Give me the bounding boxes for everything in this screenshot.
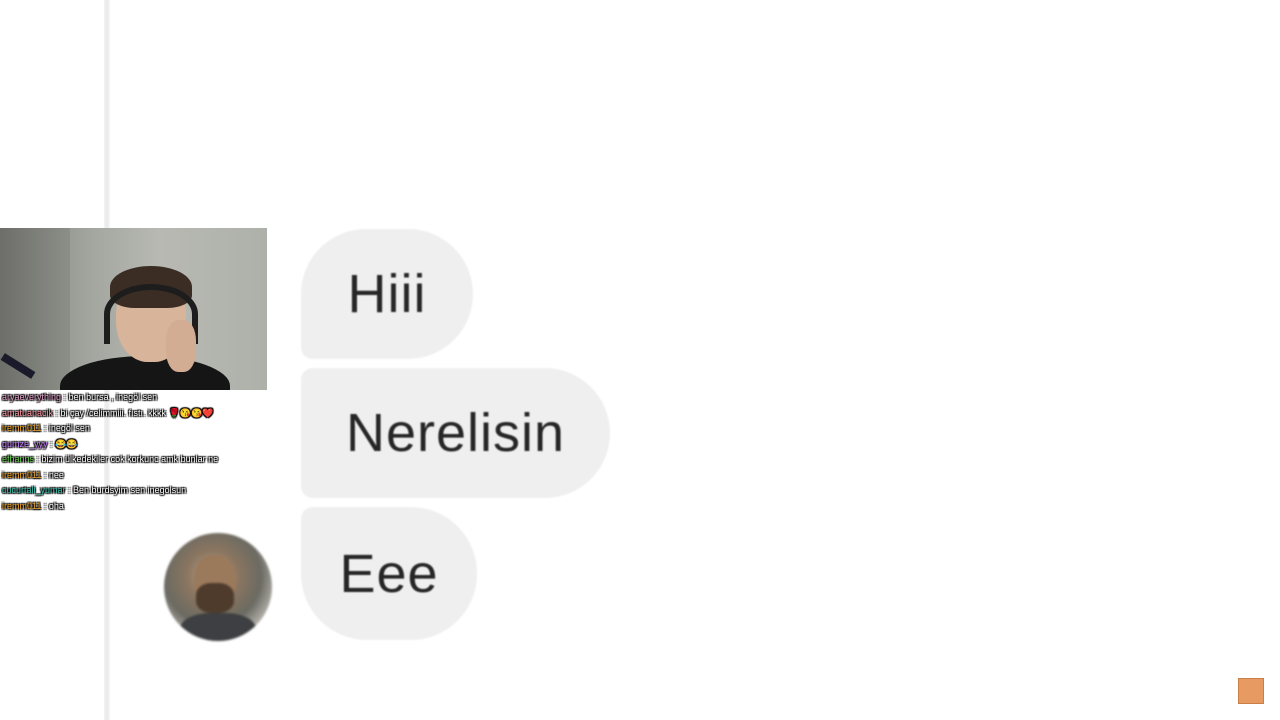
message-bubble-2[interactable]: Nerelisin — [301, 368, 610, 498]
chat-message: ben bursa , inegöl sen — [68, 392, 158, 402]
message-bubble-1[interactable]: Hiii — [301, 229, 473, 359]
message-text: Eee — [339, 543, 439, 604]
chat-line: amatuanacik : bi çay /celimmiii. fıstı. … — [2, 407, 214, 418]
message-text: Nerelisin — [345, 403, 566, 463]
message-bubble-3[interactable]: Eee — [301, 507, 477, 640]
chat-message: bizim ülkedekiler cok korkunc amk bunlar… — [41, 454, 219, 464]
streamer-webcam — [0, 228, 267, 390]
chat-line: cucurtali_yumar : Ben burdsyim sen inego… — [2, 485, 187, 495]
chat-username: amatuanacik — [2, 407, 54, 418]
stream-chat-overlay: aryaeverything : ben bursa , inegöl sen … — [2, 390, 282, 514]
chat-message: Ben burdsyim sen inegolsun — [73, 485, 187, 495]
message-text: Hiii — [347, 264, 427, 324]
chat-message: oha — [48, 500, 64, 511]
chat-message: bi çay /celimmiii. fıstı. kkkk 🌹😘😘❤️ — [60, 407, 214, 418]
chat-line: aryaeverything : ben bursa , inegöl sen — [2, 392, 158, 402]
chat-username: cucurtali_yumar — [2, 485, 66, 495]
chat-username: iremm011 — [2, 500, 42, 511]
chat-username: iremm011 — [2, 423, 42, 433]
chat-username: iremm011 — [2, 469, 42, 480]
chat-username: gumze_yyy — [2, 438, 48, 449]
chat-line: efhanns : bizim ülkedekiler cok korkunc … — [2, 454, 219, 464]
chat-line: iremm011 : oha — [2, 500, 64, 511]
channel-logo-icon — [1238, 678, 1264, 704]
chat-message: 😂😂 — [55, 438, 78, 449]
chat-line: iremm011 : nee — [2, 469, 64, 480]
contact-avatar[interactable] — [164, 533, 272, 641]
chat-username: aryaeverything — [2, 392, 62, 402]
chat-message: inegöl sen — [48, 423, 90, 433]
chat-message: nee — [48, 469, 64, 480]
chat-line: gumze_yyy : 😂😂 — [2, 438, 78, 449]
chat-username: efhanns — [2, 454, 35, 464]
chat-line: iremm011 : inegöl sen — [2, 423, 90, 433]
